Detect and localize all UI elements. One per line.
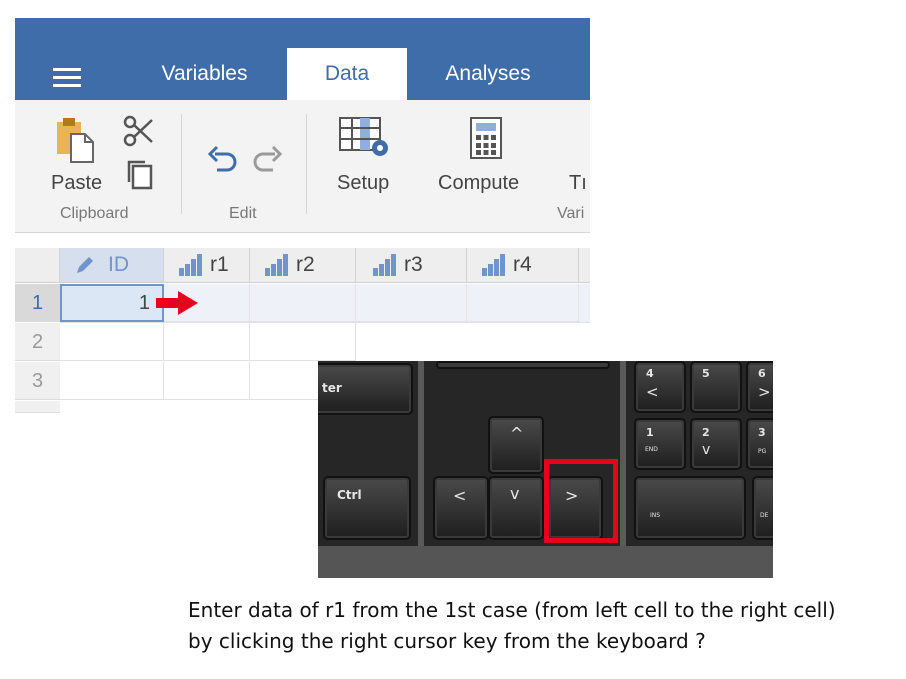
keyboard-frame [318, 546, 773, 578]
column-header-r1[interactable]: r1 [164, 248, 250, 282]
paste-icon [57, 118, 94, 163]
cell-r4-1[interactable] [467, 284, 579, 322]
tab-data[interactable]: Data [287, 48, 407, 100]
instruction-line-2: by clicking the right cursor key from th… [188, 629, 706, 653]
row-number-2[interactable]: 2 [15, 323, 60, 361]
column-header-r2[interactable]: r2 [250, 248, 356, 282]
jamovi-window: Variables Data Analyses Paste Clipboard [15, 18, 590, 413]
undo-icon[interactable] [207, 142, 239, 174]
edit-group-label: Edit [229, 205, 257, 222]
keyboard-photo: ter Ctrl ^ < v > 4 < 5 6 > 1 END 2 v 3 P… [318, 361, 773, 578]
ordinal-bars-icon [373, 254, 396, 276]
cell-id-2[interactable] [60, 323, 164, 361]
numpad-6-key: 6 > [746, 361, 773, 413]
numpad-del-key: DE [752, 476, 773, 540]
numpad-3-key: 3 PG [746, 418, 773, 470]
corner-cell [15, 248, 60, 282]
row-number-4-partial [15, 401, 60, 413]
cell-r1-3[interactable] [164, 362, 250, 400]
clipboard-group-label: Clipboard [60, 205, 129, 222]
setup-icon [339, 117, 388, 156]
enter-key: ter [318, 363, 413, 415]
compute-button[interactable]: Compute [435, 112, 535, 202]
truncated-group-label: Vari [557, 205, 585, 222]
column-name-r2: r2 [296, 253, 315, 276]
cell-r2-1[interactable] [250, 284, 356, 322]
column-name-r1: r1 [210, 253, 229, 276]
right-key-highlight [544, 459, 618, 543]
ordinal-bars-icon [482, 254, 505, 276]
tab-analyses[interactable]: Analyses [432, 48, 544, 100]
numpad-1-key: 1 END [634, 418, 686, 470]
ribbon: Paste Clipboard Edit Setup Compute Tı Va… [15, 100, 590, 233]
top-bar: Variables Data Analyses [15, 18, 590, 100]
column-header-r4[interactable]: r4 [467, 248, 579, 282]
column-name-id: ID [108, 253, 129, 276]
numpad-2-key: 2 v [690, 418, 742, 470]
row-number-3[interactable]: 3 [15, 362, 60, 400]
column-name-r3: r3 [404, 253, 423, 276]
cell-r3-1[interactable] [356, 284, 467, 322]
redo-icon[interactable] [251, 142, 283, 174]
cell-r1-2[interactable] [164, 323, 250, 361]
column-header-id[interactable]: ID [60, 248, 164, 282]
truncated-button-label[interactable]: Tı [569, 172, 587, 195]
row-number-1[interactable]: 1 [15, 284, 60, 322]
ordinal-bars-icon [179, 254, 202, 276]
red-right-arrow-icon [156, 291, 198, 315]
ordinal-bars-icon [265, 254, 288, 276]
setup-label: Setup [337, 172, 390, 194]
column-name-r4: r4 [513, 253, 532, 276]
numpad-5-key: 5 [690, 361, 742, 413]
down-arrow-key: v [488, 476, 544, 540]
paste-label: Paste [51, 172, 103, 194]
tab-variables[interactable]: Variables [147, 48, 262, 100]
numpad-0-key: INS [634, 476, 746, 540]
left-arrow-key: < [433, 476, 489, 540]
copy-icon[interactable] [125, 158, 155, 192]
cell-r2-2[interactable] [250, 323, 356, 361]
paste-button[interactable]: Paste [45, 112, 105, 202]
cut-icon[interactable] [122, 114, 156, 148]
column-header-r3[interactable]: r3 [356, 248, 467, 282]
pencil-icon [77, 257, 93, 273]
numpad-4-key: 4 < [634, 361, 686, 413]
calculator-icon [470, 117, 502, 159]
ctrl-key: Ctrl [323, 476, 411, 540]
compute-label: Compute [438, 172, 520, 194]
separator [306, 114, 307, 214]
separator [181, 114, 182, 214]
instruction-line-1: Enter data of r1 from the 1st case (from… [188, 598, 836, 622]
keyboard-key-partial [436, 361, 610, 369]
hamburger-menu-icon[interactable] [53, 68, 81, 88]
cell-id-3[interactable] [60, 362, 164, 400]
cell-id-1[interactable]: 1 [60, 284, 164, 322]
setup-button[interactable]: Setup [333, 112, 403, 202]
up-arrow-key: ^ [488, 416, 544, 474]
